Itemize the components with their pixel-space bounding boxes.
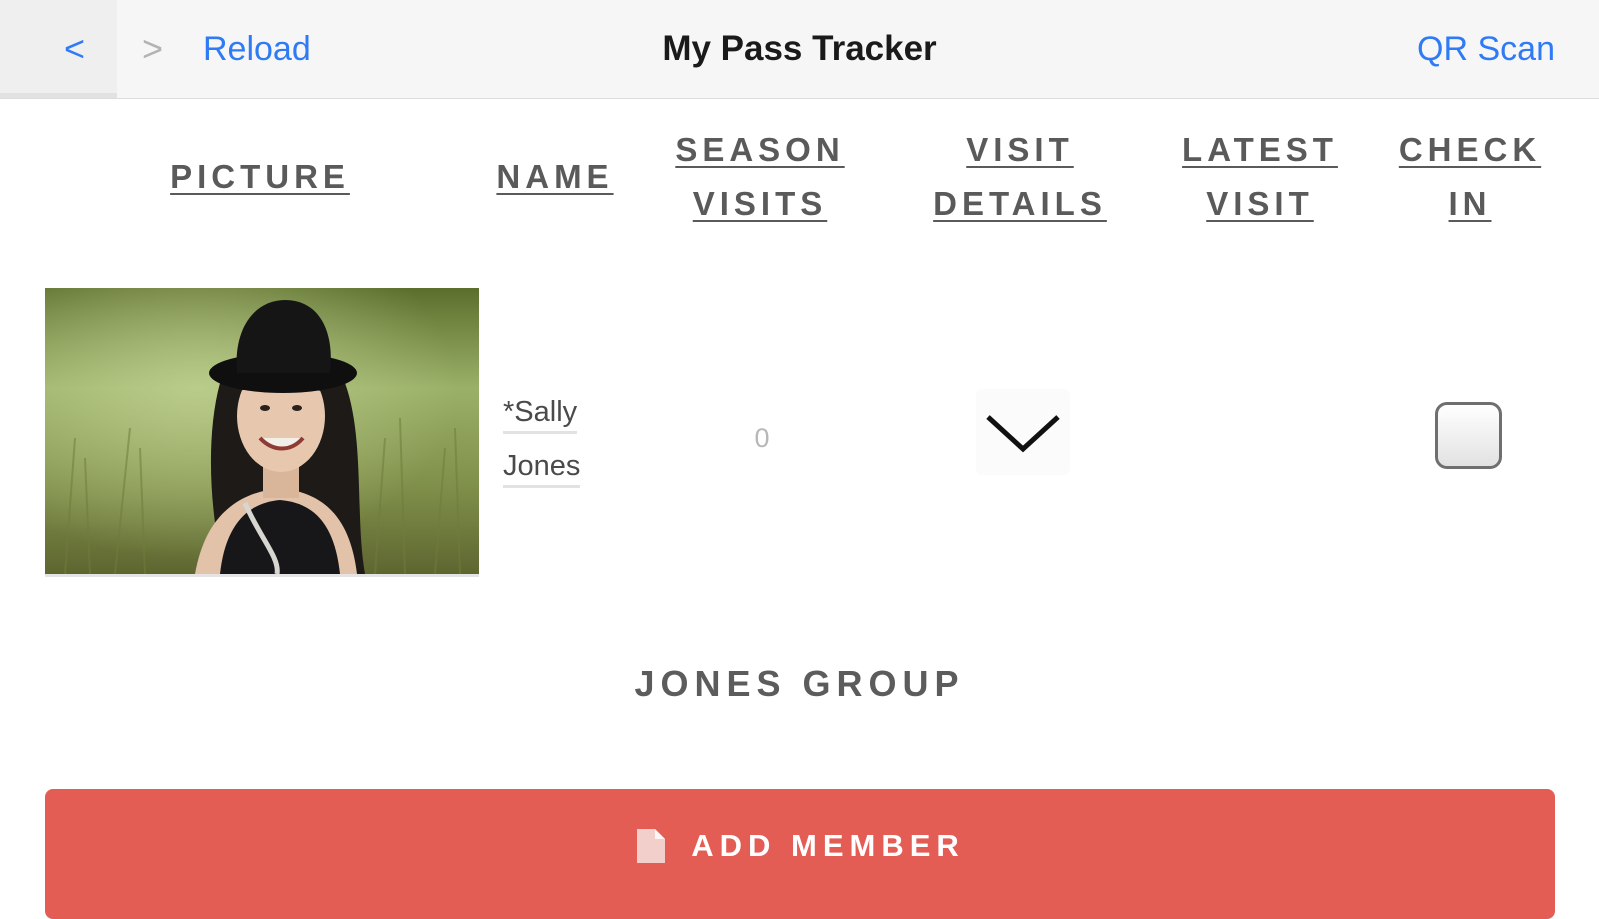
column-header-season-visits[interactable]: SEASON VISITS bbox=[660, 123, 860, 231]
column-header-in-label[interactable]: IN bbox=[1449, 185, 1492, 222]
member-last-name[interactable]: Jones bbox=[503, 450, 581, 488]
add-member-label[interactable]: ADD MEMBER bbox=[691, 828, 965, 864]
visit-details-toggle[interactable] bbox=[976, 389, 1070, 475]
season-visits-count: 0 bbox=[754, 423, 770, 453]
column-header-visit-label[interactable]: VISIT bbox=[966, 131, 1074, 168]
qr-scan-button[interactable]: QR Scan bbox=[1417, 28, 1555, 70]
column-header-season-label[interactable]: SEASON bbox=[675, 131, 844, 168]
column-header-check-label[interactable]: CHECK bbox=[1399, 131, 1541, 168]
column-header-picture[interactable]: PICTURE bbox=[160, 150, 360, 204]
document-icon bbox=[637, 829, 666, 863]
add-member-button-content[interactable]: ADD MEMBER bbox=[45, 821, 1555, 871]
navigation-bar: < > Reload My Pass Tracker QR Scan bbox=[0, 0, 1599, 99]
column-header-visits-label[interactable]: VISITS bbox=[693, 185, 828, 222]
page-title: My Pass Tracker bbox=[662, 29, 937, 68]
column-header-visit-details[interactable]: VISIT DETAILS bbox=[910, 123, 1130, 231]
check-in-checkbox[interactable] bbox=[1435, 402, 1502, 469]
column-header-picture-label[interactable]: PICTURE bbox=[170, 158, 350, 195]
column-header-latest-visit[interactable]: LATEST VISIT bbox=[1160, 123, 1360, 231]
member-name-link[interactable]: *Sally Jones bbox=[503, 385, 603, 493]
column-header-details-label[interactable]: DETAILS bbox=[933, 185, 1107, 222]
column-header-latest-label[interactable]: LATEST bbox=[1182, 131, 1338, 168]
group-title: JONES GROUP bbox=[634, 663, 965, 704]
column-header-name[interactable]: NAME bbox=[480, 150, 630, 204]
member-first-name[interactable]: *Sally bbox=[503, 396, 578, 434]
column-header-check-in[interactable]: CHECK IN bbox=[1380, 123, 1560, 231]
column-header-latest-visit-label[interactable]: VISIT bbox=[1206, 185, 1314, 222]
chevron-down-icon bbox=[986, 415, 1060, 453]
column-header-name-label[interactable]: NAME bbox=[496, 158, 613, 195]
member-photo bbox=[45, 288, 479, 577]
